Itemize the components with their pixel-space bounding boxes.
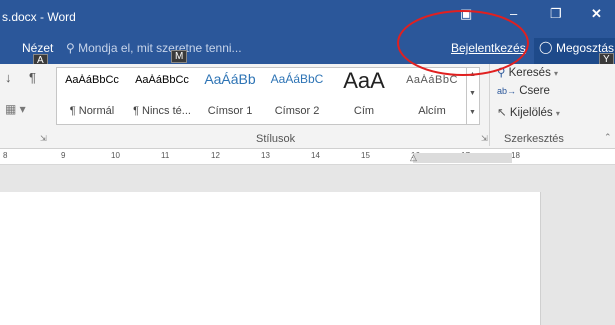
style-normal[interactable]: AaÁáBbCc ¶ Normál [57, 68, 127, 124]
style-label: Címsor 1 [207, 105, 253, 117]
horizontal-ruler[interactable]: 8 9 10 11 12 13 14 15 16 17 18 △ [0, 149, 615, 165]
style-preview: AaÁáBbCc [135, 74, 189, 86]
more-styles-icon[interactable]: ▼ [469, 109, 476, 116]
chevron-down-icon: ▾ [555, 109, 560, 118]
sort-icon[interactable]: ↓ [5, 70, 12, 85]
tab-view[interactable]: Nézet [22, 41, 53, 55]
document-page[interactable] [0, 192, 541, 325]
cursor-arrow-icon: ↖ [497, 107, 507, 119]
style-preview: AaÁáBbC [270, 72, 324, 86]
close-icon[interactable]: ✕ [591, 6, 602, 22]
style-label: Alcím [418, 105, 446, 117]
ruler-number: 13 [261, 151, 270, 160]
borders-icon[interactable]: ▦ ▾ [5, 102, 26, 116]
style-preview: AaÁáBb [204, 71, 256, 87]
ruler-number: 12 [211, 151, 220, 160]
style-preview: AaA [343, 68, 385, 93]
style-preview: AaÁáBbCc [65, 74, 119, 86]
ruler-number: 18 [511, 151, 520, 160]
style-no-spacing[interactable]: AaÁáBbCc ¶ Nincs té... [127, 68, 197, 124]
styles-group-label: Stílusok [256, 133, 296, 145]
ruler-number: 15 [361, 151, 370, 160]
ruler-margin [413, 153, 512, 163]
select-button[interactable]: ↖ Kijelölés ▾ [497, 105, 560, 119]
scroll-down-icon[interactable]: ▼ [469, 90, 476, 97]
pilcrow-icon[interactable]: ¶ [29, 70, 36, 85]
collapse-ribbon-icon[interactable]: ⌃ [604, 132, 612, 143]
tell-me-box[interactable]: ⚲ Mondja el, mit szeretne tenni... [66, 41, 242, 55]
replace-button[interactable]: ab→ Csere [497, 85, 550, 97]
chevron-down-icon: ▾ [554, 69, 559, 78]
style-label: Cím [353, 105, 375, 117]
ruler-number: 10 [111, 151, 120, 160]
window-title: s.docx - Word [2, 10, 76, 24]
style-label: Címsor 2 [274, 105, 320, 117]
style-label: ¶ Normál [69, 105, 115, 117]
ribbon: ↓ ¶ ▦ ▾ AaÁáBbCc ¶ Normál AaÁáBbCc ¶ Nin… [0, 64, 615, 149]
select-label: Kijelölés [509, 107, 553, 119]
style-subtitle[interactable]: AaÁáBbC Alcím [397, 68, 467, 124]
editing-group-label: Szerkesztés [504, 133, 564, 145]
restore-icon[interactable]: ❐ [550, 6, 562, 22]
style-heading-2[interactable]: AaÁáBbC Címsor 2 [263, 68, 331, 124]
ruler-number: 8 [3, 151, 8, 160]
lightbulb-icon: ⚲ [66, 41, 75, 55]
group-divider [489, 64, 490, 146]
dialog-launcher-icon[interactable]: ⇲ [481, 134, 488, 143]
person-icon: ◯ [539, 40, 553, 54]
replace-icon: ab→ [497, 86, 517, 96]
replace-label: Csere [519, 85, 550, 97]
tell-me-text: Mondja el, mit szeretne tenni... [78, 41, 242, 55]
annotation-circle [397, 10, 529, 76]
find-label: Keresés [508, 67, 551, 79]
style-label: ¶ Nincs té... [133, 105, 191, 117]
style-title[interactable]: AaA Cím [331, 68, 397, 124]
dialog-launcher-icon[interactable]: ⇲ [40, 134, 47, 143]
ruler-number: 14 [311, 151, 320, 160]
style-heading-1[interactable]: AaÁáBb Címsor 1 [197, 68, 263, 124]
minimize-icon[interactable]: – [510, 6, 517, 21]
ruler-number: 9 [61, 151, 66, 160]
keytip-tell-me: M [171, 50, 188, 63]
styles-gallery: AaÁáBbCc ¶ Normál AaÁáBbCc ¶ Nincs té...… [56, 67, 468, 125]
right-indent-marker-icon[interactable]: △ [410, 152, 417, 163]
ruler-number: 11 [161, 151, 170, 160]
